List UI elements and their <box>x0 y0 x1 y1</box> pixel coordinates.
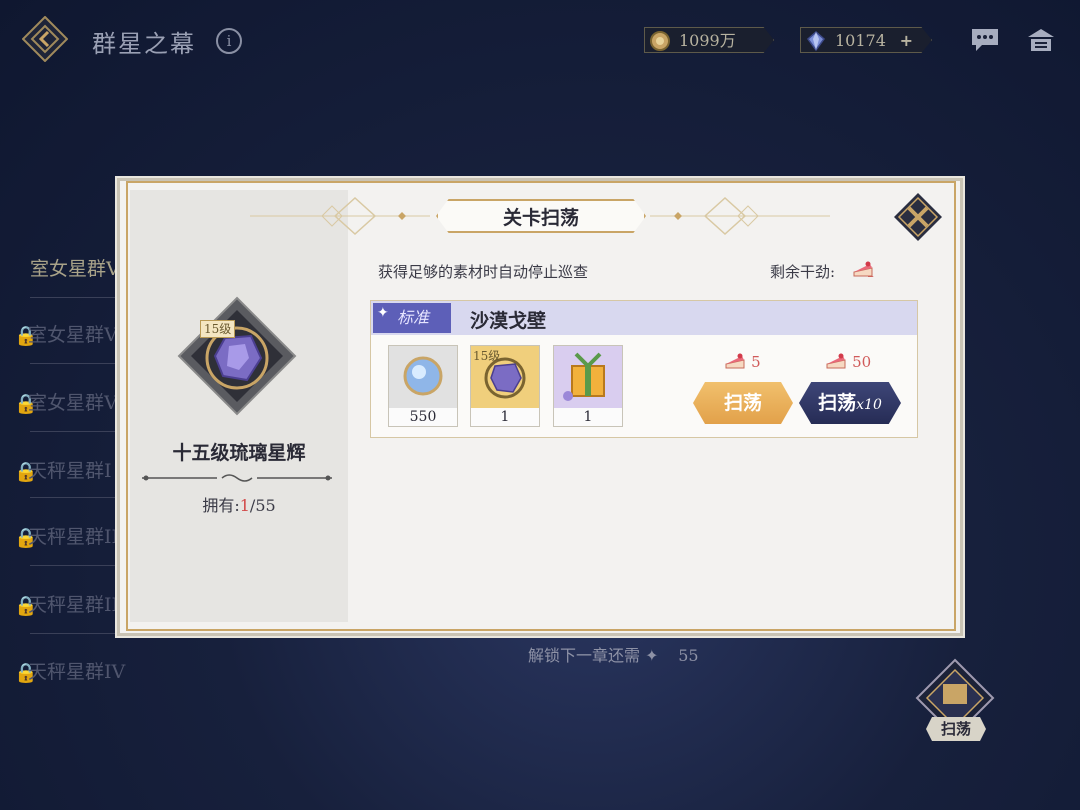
crystal-icon <box>806 31 826 52</box>
stamina-remaining: 剩余干劲: 1 <box>770 261 875 282</box>
auto-stop-hint: 获得足够的素材时自动停止巡查 <box>378 263 589 281</box>
unlock-requirement: 解锁下一章还需 ✦ 55 <box>528 646 699 665</box>
sweep-cost: 5 <box>724 352 761 371</box>
gold-value: 1099万 <box>679 31 736 50</box>
cake-icon <box>725 353 745 369</box>
chapter-item[interactable]: 🔒天秤星群Ⅰ <box>14 456 112 483</box>
item-level-badge: 15级 <box>200 320 236 338</box>
stage-card-header <box>371 301 917 335</box>
sweep-button[interactable]: 扫荡 <box>693 382 793 424</box>
star-shard-item-icon <box>177 296 297 416</box>
blue-orb-icon <box>389 346 457 408</box>
divider <box>30 431 120 432</box>
divider <box>30 565 120 566</box>
star-fragment-icon: ✦ <box>645 646 659 665</box>
lock-icon: 🔒 <box>14 527 38 549</box>
coin-icon <box>650 31 670 51</box>
sweep-shortcut-label[interactable]: 扫荡 <box>926 717 986 741</box>
cake-icon <box>853 261 873 277</box>
dialog-title: 关卡扫荡 <box>436 199 646 233</box>
name-divider-ornament <box>142 474 332 482</box>
sweep-x10-button[interactable]: 扫荡x10 <box>799 382 901 424</box>
lock-icon: 🔒 <box>14 393 38 415</box>
chat-icon[interactable] <box>970 27 1000 53</box>
divider <box>30 497 120 498</box>
stage-name: 沙漠戈壁 <box>470 310 547 332</box>
close-icon[interactable] <box>893 192 943 242</box>
chapter-item[interactable]: 🔒室女星群VII <box>14 388 133 415</box>
gold-counter: 1099万 <box>644 27 774 53</box>
reward-level-badge: 15级 <box>473 349 501 363</box>
chapter-item[interactable]: 🔒天秤星群IV <box>14 657 125 684</box>
lock-icon: 🔒 <box>14 662 38 684</box>
cake-icon <box>826 353 846 369</box>
lock-icon: 🔒 <box>14 325 38 347</box>
chapter-item[interactable]: 🔒天秤星群II <box>14 522 119 549</box>
reward-item[interactable]: 1 <box>553 345 623 427</box>
divider <box>30 633 120 634</box>
lock-icon: 🔒 <box>14 595 38 617</box>
reward-count: 1 <box>471 408 539 426</box>
item-name: 十五级琉璃星辉 <box>172 442 306 464</box>
chapter-item[interactable]: 🔒室女星群VI <box>14 320 125 347</box>
sweep10-cost: 50 <box>825 352 871 371</box>
page-title: 群星之幕 <box>92 30 196 58</box>
reward-count: 1 <box>554 408 622 426</box>
add-gem-button[interactable]: + <box>900 28 913 53</box>
back-logo-icon[interactable] <box>22 16 68 62</box>
gem-counter[interactable]: 10174 + <box>800 27 932 53</box>
reward-count: 550 <box>389 408 457 426</box>
divider <box>30 363 120 364</box>
chapter-item[interactable]: 🔒天秤星群III <box>14 590 127 617</box>
owned-count: 拥有:1/55 <box>202 496 276 515</box>
gem-value: 10174 <box>835 31 886 50</box>
divider <box>30 297 120 298</box>
sparkle-icon: ✦ <box>377 305 389 321</box>
info-icon[interactable]: i <box>216 28 242 54</box>
reward-item[interactable]: 550 <box>388 345 458 427</box>
reward-item[interactable]: 15级 1 <box>470 345 540 427</box>
chapter-item-active[interactable]: 室女星群V <box>30 254 120 281</box>
home-icon[interactable] <box>1026 27 1056 53</box>
lock-icon: 🔒 <box>14 461 38 483</box>
gift-box-icon <box>554 346 622 408</box>
